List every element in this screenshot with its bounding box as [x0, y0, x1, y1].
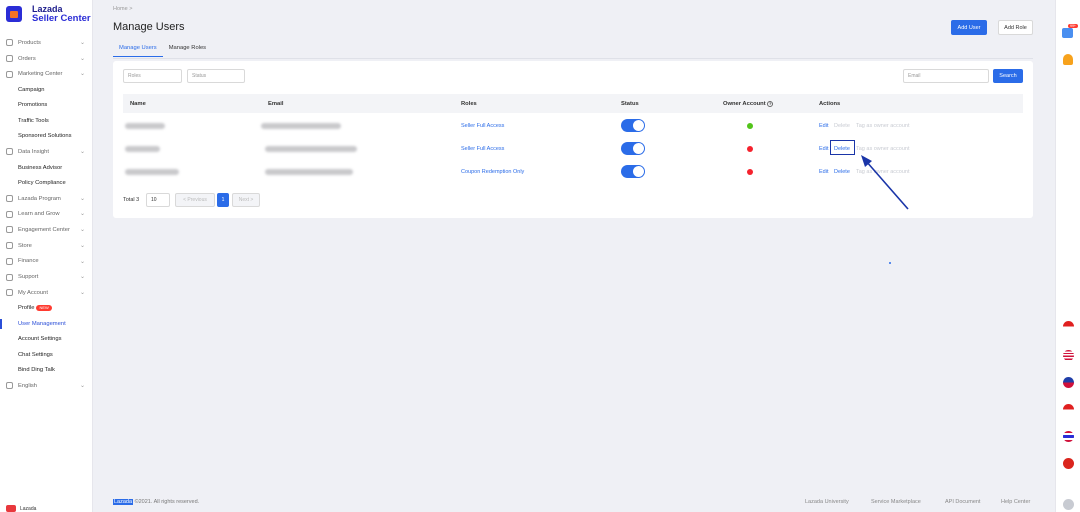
flag-singapore-icon[interactable] — [1063, 404, 1074, 415]
annotation-arrow — [861, 155, 909, 210]
bell-icon[interactable] — [1063, 54, 1073, 65]
message-icon[interactable] — [1062, 28, 1073, 38]
flag-thailand-icon[interactable] — [1063, 431, 1074, 442]
footer-link-help-center[interactable]: Help Center — [1001, 499, 1030, 505]
right-rail: 99+ — [1055, 0, 1080, 512]
footer-link-service-marketplace[interactable]: Service Marketplace — [871, 499, 921, 505]
flag-malaysia-icon[interactable] — [1063, 350, 1074, 361]
flag-philippines-icon[interactable] — [1063, 377, 1074, 388]
footer-link-api-document[interactable]: API Document — [945, 499, 980, 505]
footer-copyright: Lazada ©2021. All rights reserved. — [113, 499, 200, 505]
notification-badge: 99+ — [1068, 24, 1078, 28]
flag-indonesia-icon[interactable] — [1063, 321, 1074, 332]
cursor-dot — [889, 262, 891, 264]
footer-link-university[interactable]: Lazada University — [805, 499, 849, 505]
flag-vietnam-icon[interactable] — [1063, 458, 1074, 469]
settings-icon[interactable] — [1063, 499, 1074, 510]
